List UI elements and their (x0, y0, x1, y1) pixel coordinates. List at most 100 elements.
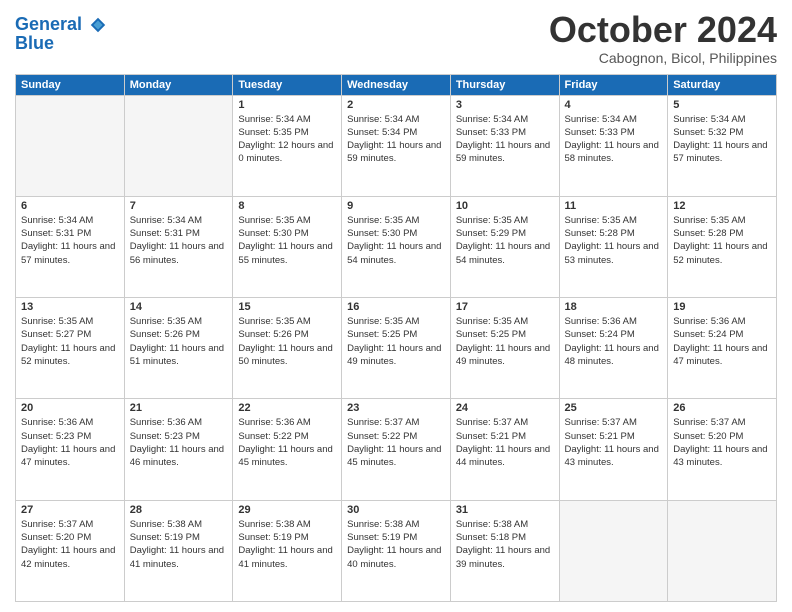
sunset-text: Sunset: 5:29 PM (456, 227, 554, 240)
day-number: 17 (456, 301, 554, 313)
day-info: Sunrise: 5:38 AM Sunset: 5:19 PM Dayligh… (130, 518, 228, 571)
sunrise-text: Sunrise: 5:36 AM (21, 416, 119, 429)
sunrise-text: Sunrise: 5:37 AM (673, 416, 771, 429)
calendar-cell: 19 Sunrise: 5:36 AM Sunset: 5:24 PM Dayl… (668, 298, 777, 399)
daylight-text: Daylight: 11 hours and 47 minutes. (673, 342, 771, 369)
calendar-cell (124, 95, 233, 196)
day-info: Sunrise: 5:35 AM Sunset: 5:28 PM Dayligh… (565, 214, 663, 267)
calendar-week-row: 1 Sunrise: 5:34 AM Sunset: 5:35 PM Dayli… (16, 95, 777, 196)
calendar-cell: 13 Sunrise: 5:35 AM Sunset: 5:27 PM Dayl… (16, 298, 125, 399)
sunset-text: Sunset: 5:19 PM (238, 531, 336, 544)
calendar-cell: 22 Sunrise: 5:36 AM Sunset: 5:22 PM Dayl… (233, 399, 342, 500)
day-number: 9 (347, 200, 445, 212)
day-info: Sunrise: 5:38 AM Sunset: 5:18 PM Dayligh… (456, 518, 554, 571)
sunset-text: Sunset: 5:28 PM (673, 227, 771, 240)
sunset-text: Sunset: 5:26 PM (238, 328, 336, 341)
day-number: 16 (347, 301, 445, 313)
sunset-text: Sunset: 5:33 PM (565, 126, 663, 139)
calendar-week-row: 27 Sunrise: 5:37 AM Sunset: 5:20 PM Dayl… (16, 500, 777, 601)
daylight-text: Daylight: 11 hours and 43 minutes. (673, 443, 771, 470)
daylight-text: Daylight: 11 hours and 52 minutes. (673, 240, 771, 267)
sunset-text: Sunset: 5:22 PM (238, 430, 336, 443)
sunrise-text: Sunrise: 5:34 AM (130, 214, 228, 227)
page-container: General Blue October 2024 Cabognon, Bico… (0, 0, 792, 612)
calendar-cell: 8 Sunrise: 5:35 AM Sunset: 5:30 PM Dayli… (233, 196, 342, 297)
sunset-text: Sunset: 5:22 PM (347, 430, 445, 443)
calendar-header-row: Sunday Monday Tuesday Wednesday Thursday… (16, 74, 777, 95)
sunset-text: Sunset: 5:21 PM (565, 430, 663, 443)
day-info: Sunrise: 5:34 AM Sunset: 5:34 PM Dayligh… (347, 113, 445, 166)
sunset-text: Sunset: 5:34 PM (347, 126, 445, 139)
sunset-text: Sunset: 5:23 PM (21, 430, 119, 443)
calendar-cell: 3 Sunrise: 5:34 AM Sunset: 5:33 PM Dayli… (450, 95, 559, 196)
calendar-table: Sunday Monday Tuesday Wednesday Thursday… (15, 74, 777, 602)
day-number: 15 (238, 301, 336, 313)
calendar-cell: 26 Sunrise: 5:37 AM Sunset: 5:20 PM Dayl… (668, 399, 777, 500)
calendar-week-row: 20 Sunrise: 5:36 AM Sunset: 5:23 PM Dayl… (16, 399, 777, 500)
sunset-text: Sunset: 5:19 PM (347, 531, 445, 544)
sunrise-text: Sunrise: 5:35 AM (673, 214, 771, 227)
day-info: Sunrise: 5:35 AM Sunset: 5:28 PM Dayligh… (673, 214, 771, 267)
day-info: Sunrise: 5:34 AM Sunset: 5:31 PM Dayligh… (21, 214, 119, 267)
sunset-text: Sunset: 5:23 PM (130, 430, 228, 443)
header-sunday: Sunday (16, 74, 125, 95)
day-number: 5 (673, 99, 771, 111)
sunset-text: Sunset: 5:28 PM (565, 227, 663, 240)
sunset-text: Sunset: 5:20 PM (21, 531, 119, 544)
day-info: Sunrise: 5:35 AM Sunset: 5:25 PM Dayligh… (456, 315, 554, 368)
sunrise-text: Sunrise: 5:37 AM (21, 518, 119, 531)
day-info: Sunrise: 5:37 AM Sunset: 5:20 PM Dayligh… (673, 416, 771, 469)
calendar-cell: 27 Sunrise: 5:37 AM Sunset: 5:20 PM Dayl… (16, 500, 125, 601)
daylight-text: Daylight: 11 hours and 59 minutes. (347, 139, 445, 166)
daylight-text: Daylight: 11 hours and 49 minutes. (456, 342, 554, 369)
sunrise-text: Sunrise: 5:35 AM (456, 214, 554, 227)
sunrise-text: Sunrise: 5:34 AM (238, 113, 336, 126)
day-number: 31 (456, 504, 554, 516)
sunrise-text: Sunrise: 5:38 AM (347, 518, 445, 531)
day-number: 18 (565, 301, 663, 313)
daylight-text: Daylight: 11 hours and 59 minutes. (456, 139, 554, 166)
calendar-cell: 28 Sunrise: 5:38 AM Sunset: 5:19 PM Dayl… (124, 500, 233, 601)
day-number: 1 (238, 99, 336, 111)
day-number: 11 (565, 200, 663, 212)
calendar-cell: 15 Sunrise: 5:35 AM Sunset: 5:26 PM Dayl… (233, 298, 342, 399)
day-number: 8 (238, 200, 336, 212)
sunset-text: Sunset: 5:31 PM (21, 227, 119, 240)
header-thursday: Thursday (450, 74, 559, 95)
sunrise-text: Sunrise: 5:35 AM (238, 315, 336, 328)
sunrise-text: Sunrise: 5:35 AM (238, 214, 336, 227)
sunset-text: Sunset: 5:32 PM (673, 126, 771, 139)
day-info: Sunrise: 5:35 AM Sunset: 5:30 PM Dayligh… (347, 214, 445, 267)
sunrise-text: Sunrise: 5:38 AM (130, 518, 228, 531)
logo-general: General (15, 14, 107, 35)
sunset-text: Sunset: 5:25 PM (456, 328, 554, 341)
sunset-text: Sunset: 5:20 PM (673, 430, 771, 443)
daylight-text: Daylight: 11 hours and 52 minutes. (21, 342, 119, 369)
day-number: 27 (21, 504, 119, 516)
calendar-cell: 25 Sunrise: 5:37 AM Sunset: 5:21 PM Dayl… (559, 399, 668, 500)
calendar-cell: 7 Sunrise: 5:34 AM Sunset: 5:31 PM Dayli… (124, 196, 233, 297)
calendar-cell: 12 Sunrise: 5:35 AM Sunset: 5:28 PM Dayl… (668, 196, 777, 297)
day-info: Sunrise: 5:35 AM Sunset: 5:25 PM Dayligh… (347, 315, 445, 368)
sunrise-text: Sunrise: 5:38 AM (456, 518, 554, 531)
calendar-cell (668, 500, 777, 601)
sunset-text: Sunset: 5:33 PM (456, 126, 554, 139)
day-number: 26 (673, 402, 771, 414)
day-number: 29 (238, 504, 336, 516)
day-number: 3 (456, 99, 554, 111)
day-info: Sunrise: 5:37 AM Sunset: 5:21 PM Dayligh… (565, 416, 663, 469)
day-number: 14 (130, 301, 228, 313)
sunset-text: Sunset: 5:30 PM (347, 227, 445, 240)
sunset-text: Sunset: 5:27 PM (21, 328, 119, 341)
sunset-text: Sunset: 5:19 PM (130, 531, 228, 544)
sunrise-text: Sunrise: 5:34 AM (456, 113, 554, 126)
calendar-cell: 30 Sunrise: 5:38 AM Sunset: 5:19 PM Dayl… (342, 500, 451, 601)
sunrise-text: Sunrise: 5:37 AM (456, 416, 554, 429)
day-info: Sunrise: 5:36 AM Sunset: 5:23 PM Dayligh… (21, 416, 119, 469)
day-info: Sunrise: 5:36 AM Sunset: 5:24 PM Dayligh… (673, 315, 771, 368)
day-number: 13 (21, 301, 119, 313)
calendar-cell: 10 Sunrise: 5:35 AM Sunset: 5:29 PM Dayl… (450, 196, 559, 297)
daylight-text: Daylight: 11 hours and 50 minutes. (238, 342, 336, 369)
sunrise-text: Sunrise: 5:34 AM (673, 113, 771, 126)
daylight-text: Daylight: 11 hours and 46 minutes. (130, 443, 228, 470)
